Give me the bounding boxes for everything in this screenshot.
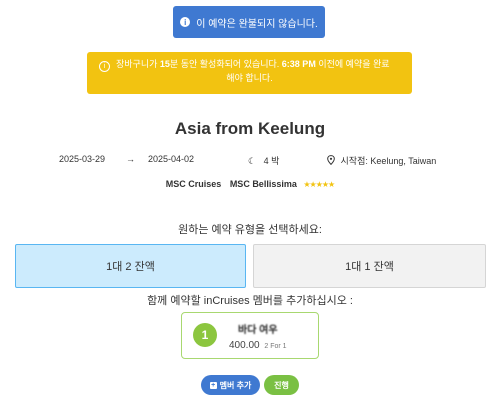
cart-text-mid: 분 동안 활성화되어 있습니다.	[169, 59, 282, 69]
info-icon: i	[180, 17, 191, 27]
booking-option-label: 1대 1 잔액	[345, 261, 394, 273]
departure-port: 시작점: Keelung, Taiwan	[340, 156, 437, 166]
start-date: 2025-03-29	[59, 154, 106, 164]
member-name: 바다 여우	[238, 325, 278, 336]
page-title: Asia from Keelung	[174, 119, 326, 138]
member-number-badge: 1	[193, 323, 217, 347]
add-member-label: 멤버 추가	[219, 380, 252, 390]
arrow-right-icon: →	[126, 154, 135, 164]
location-pin-icon	[327, 155, 335, 166]
member-card[interactable]: 1 바다 여우 400.00 2 For 1	[181, 312, 319, 359]
info-icon: i	[99, 61, 110, 72]
booking-type-heading: 원하는 예약 유형을 선택하세요:	[178, 224, 322, 236]
end-date: 2025-04-02	[148, 154, 195, 164]
cart-deadline: 6:38 PM	[281, 59, 316, 69]
booking-option-2-for-1[interactable]: 1대 2 잔액	[15, 244, 246, 288]
booking-option-1-for-1[interactable]: 1대 1 잔액	[253, 244, 486, 288]
cart-text-before: 장바구니가	[116, 59, 160, 69]
add-member-button[interactable]: + 멤버 추가	[201, 375, 260, 395]
ship-name: MSC Bellissima	[229, 179, 297, 189]
nights-info: ☾ 4 박	[248, 154, 279, 167]
booking-option-label: 1대 2 잔액	[106, 261, 155, 273]
cruise-line: MSC Cruises	[165, 179, 222, 189]
cart-timer-alert: i 장바구니가 15분 동안 활성화되어 있습니다. 6:38 PM 이전에 예약…	[87, 52, 412, 94]
cart-text-after: 이전에 예약을 완료	[315, 59, 390, 69]
proceed-button[interactable]: 진행	[264, 375, 299, 395]
proceed-label: 진행	[274, 380, 289, 390]
payment-status-text: 이 예약은 완불되지 않습니다.	[196, 18, 318, 30]
member-price-note: 2 For 1	[264, 343, 287, 350]
member-price: 400.00 2 For 1	[229, 340, 287, 351]
payment-status-alert: i 이 예약은 완불되지 않습니다.	[173, 6, 325, 38]
cart-minutes: 15	[159, 59, 170, 69]
cart-text-line2: 해야 합니다.	[226, 73, 273, 83]
cruise-details: MSC Cruises MSC Bellissima ★★★★★	[0, 179, 500, 189]
departure-info: 시작점: Keelung, Taiwan	[327, 154, 436, 167]
moon-icon: ☾	[248, 156, 257, 166]
member-price-value: 400.00	[229, 340, 260, 351]
add-member-heading: 함께 예약할 inCruises 멤버를 추가하십시오 :	[147, 295, 353, 307]
star-rating-icon: ★★★★★	[303, 180, 335, 189]
nights-count: 4 박	[263, 156, 280, 166]
plus-icon: +	[209, 381, 217, 389]
